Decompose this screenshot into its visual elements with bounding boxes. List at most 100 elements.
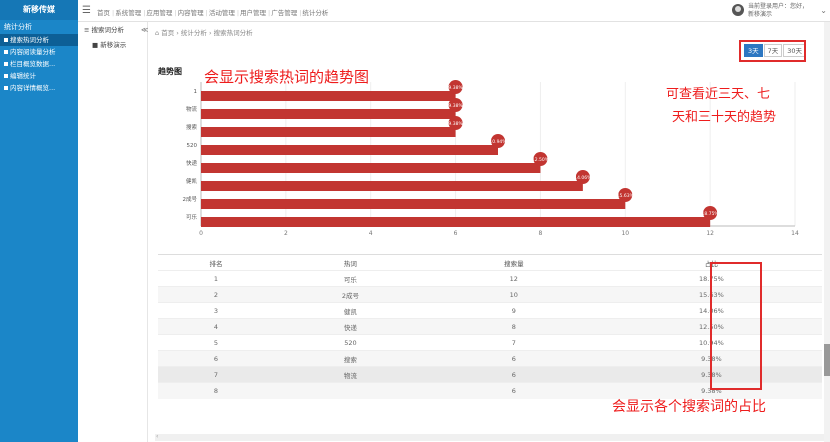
top-nav-item[interactable]: 系统管理 — [115, 9, 142, 17]
bar[interactable] — [201, 199, 626, 209]
menu-square-icon — [4, 86, 8, 90]
bar-value-label: 9.38% — [448, 85, 463, 91]
bar-value-label: 9.38% — [448, 103, 463, 109]
breadcrumb: ⌂ 首页 › 统计分析 › 搜索热词分析 — [155, 29, 253, 37]
top-nav: 首页 |系统管理 |应用管理 |内容管理 |活动管理 |用户管理 |广告管理 |统计分析 — [97, 7, 329, 17]
y-tick-label: 搜索 — [186, 123, 198, 131]
x-tick-label: 10 — [621, 230, 629, 237]
nav-separator: | — [112, 9, 115, 17]
y-tick-label: 快递 — [186, 159, 198, 167]
scrollbar-thumb[interactable] — [824, 344, 830, 376]
table-cell: 6 — [158, 350, 274, 367]
sidebar-item-label: 内容详情概览... — [10, 84, 56, 92]
top-nav-item[interactable]: 首页 — [97, 9, 111, 17]
table-cell: 6 — [426, 350, 601, 367]
horizontal-scrollbar[interactable]: ‹ — [155, 433, 824, 441]
table-cell: 8 — [426, 318, 601, 335]
y-tick-label: 2成号 — [183, 195, 198, 203]
vertical-scrollbar[interactable] — [824, 22, 830, 442]
percent-highlight-box — [710, 262, 762, 390]
table-cell: 搜索 — [273, 350, 427, 367]
app-window: 新移传媒 统计分析 搜索热词分析内容阅读量分析栏目概览数据... 编辑统计内容详情… — [0, 0, 830, 442]
table-cell — [273, 382, 427, 399]
bar[interactable] — [201, 127, 456, 137]
user-area[interactable]: 当前登录用户：您好， 新移演示 — [732, 3, 814, 19]
table-cell: 5 — [158, 334, 274, 351]
top-nav-item[interactable]: 广告管理 — [271, 9, 298, 17]
bar-value-label: 10.94% — [489, 139, 507, 145]
bar-value-label: 14.06% — [574, 175, 592, 181]
annotation-range-line2: 天和三十天的趋势 — [672, 110, 777, 125]
nav-separator: | — [268, 9, 271, 17]
y-tick-label: 可乐 — [186, 214, 198, 221]
column-header: 排名 — [158, 254, 274, 271]
table-cell: 520 — [273, 334, 427, 351]
y-tick-label: 520 — [187, 143, 198, 149]
table-cell: 9 — [426, 302, 601, 319]
brand-logo: 新移传媒 — [0, 0, 78, 20]
sidebar-item[interactable]: 内容阅读量分析 — [0, 46, 78, 58]
sub-panel-title: ≡ 搜索词分析 — [84, 26, 125, 34]
sidebar: 新移传媒 统计分析 搜索热词分析内容阅读量分析栏目概览数据... 编辑统计内容详情… — [0, 0, 78, 442]
x-tick-label: 4 — [369, 230, 373, 237]
sidebar-item[interactable]: 搜索热词分析 — [0, 34, 78, 46]
nav-separator: | — [174, 9, 177, 17]
x-tick-label: 12 — [706, 230, 714, 237]
annotation-trend: 会显示搜索热词的趋势图 — [204, 68, 370, 86]
bar[interactable] — [201, 91, 456, 101]
table-cell: 6 — [426, 382, 601, 399]
bar[interactable] — [201, 163, 541, 173]
table-cell: 10 — [426, 286, 601, 303]
top-nav-item[interactable]: 统计分析 — [302, 9, 329, 17]
menu-square-icon — [4, 74, 8, 78]
collapse-icon[interactable]: ≪ — [141, 26, 148, 34]
y-tick-label: 1 — [194, 89, 198, 95]
table-cell: 1 — [158, 270, 274, 287]
nav-separator: | — [205, 9, 208, 17]
table-cell: 7 — [426, 334, 601, 351]
sidebar-item-label: 栏目概览数据... — [10, 60, 56, 68]
column-header: 搜索量 — [426, 254, 601, 271]
bar[interactable] — [201, 109, 456, 119]
top-nav-item[interactable]: 活动管理 — [209, 9, 236, 17]
sidebar-title: 统计分析 — [4, 23, 32, 31]
top-nav-item[interactable]: 应用管理 — [146, 9, 173, 17]
bar[interactable] — [201, 217, 711, 227]
sub-panel-item[interactable]: ■ 新移演示 — [78, 38, 147, 52]
user-name: 新移演示 — [748, 11, 773, 18]
x-tick-label: 8 — [539, 230, 543, 237]
sidebar-item-label: 搜索热词分析 — [10, 36, 49, 44]
table-cell: 可乐 — [273, 270, 427, 287]
menu-square-icon — [4, 38, 8, 42]
table-cell: 7 — [158, 366, 274, 383]
bar-value-label: 9.38% — [448, 121, 463, 127]
bar[interactable] — [201, 181, 583, 191]
sidebar-item[interactable]: 栏目概览数据... — [0, 58, 78, 70]
bar[interactable] — [201, 145, 498, 155]
table-cell: 3 — [158, 302, 274, 319]
sub-panel: ≡ 搜索词分析 ■ 新移演示 — [78, 22, 148, 442]
table-cell: 2成号 — [273, 286, 427, 303]
sidebar-item[interactable]: 内容详情概览... — [0, 82, 78, 94]
user-greeting: 当前登录用户：您好， — [748, 3, 809, 10]
column-header: 热词 — [273, 254, 427, 271]
top-bar: ☰ 首页 |系统管理 |应用管理 |内容管理 |活动管理 |用户管理 |广告管理 |统计分析 … — [78, 0, 830, 22]
table-cell: 4 — [158, 318, 274, 335]
x-tick-label: 2 — [284, 230, 288, 237]
nav-separator: | — [236, 9, 240, 17]
top-nav-item[interactable]: 内容管理 — [178, 9, 205, 17]
sidebar-item-label: 编辑统计 — [10, 72, 36, 80]
table-cell: 快递 — [273, 318, 427, 335]
bar-value-label: 15.63% — [617, 193, 635, 199]
annotation-range-line1: 可查看近三天、七 — [666, 87, 771, 102]
menu-toggle-icon[interactable]: ☰ — [82, 5, 91, 16]
chevron-down-icon[interactable]: ⌄ — [820, 6, 827, 15]
y-tick-label: 健凯 — [186, 177, 198, 185]
sidebar-item[interactable]: 编辑统计 — [0, 70, 78, 82]
top-nav-item[interactable]: 用户管理 — [240, 9, 267, 17]
user-label: 当前登录用户：您好， 新移演示 — [748, 3, 808, 19]
range-highlight-box — [739, 40, 806, 62]
table-cell: 8 — [158, 382, 274, 399]
scroll-left-icon[interactable]: ‹ — [156, 433, 158, 440]
x-tick-label: 6 — [454, 230, 458, 237]
